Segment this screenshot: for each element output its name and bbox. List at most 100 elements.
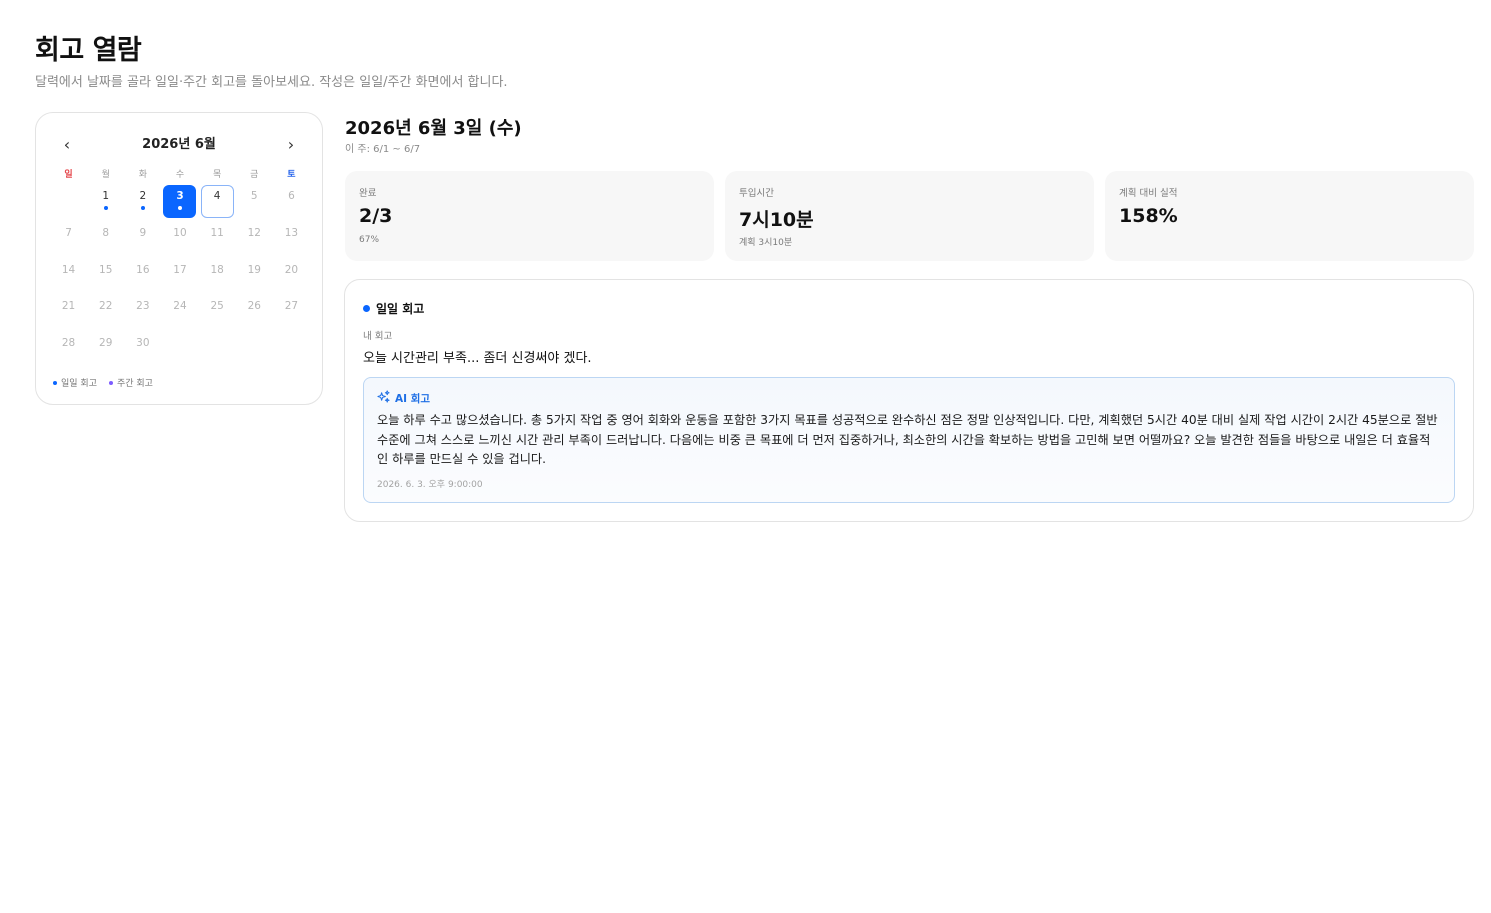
calendar-day-27[interactable]: 27	[275, 295, 308, 328]
calendar-cell: 14	[50, 259, 87, 296]
calendar-day-number: 11	[210, 226, 224, 239]
calendar-day-15[interactable]: 15	[89, 259, 122, 292]
calendar-day-4[interactable]: 4	[200, 185, 234, 218]
calendar-cell: 4	[199, 185, 236, 222]
weekday-label: 수	[175, 170, 185, 180]
calendar-day-8[interactable]: 8	[89, 222, 122, 255]
stat-sub: 67%	[359, 235, 380, 245]
selected-date-title: 2026년 6월 3일 (수)	[345, 118, 522, 139]
ai-review-box: AI 회고 오늘 하루 수고 많으셨습니다. 총 5가지 작업 중 영어 회화와…	[363, 377, 1455, 503]
calendar-day-28[interactable]: 28	[52, 332, 85, 365]
legend-dot-icon	[108, 380, 113, 385]
stat-sub: 계획 3시10분	[739, 238, 793, 248]
calendar-empty-cell	[50, 185, 87, 222]
calendar-day-number: 14	[61, 263, 76, 276]
calendar-day-number: 8	[102, 226, 110, 239]
calendar-day-29[interactable]: 29	[89, 332, 122, 365]
stat-label: 계획 대비 실적	[1119, 188, 1178, 199]
calendar-day-23[interactable]: 23	[126, 295, 159, 328]
calendar-day-number: 29	[99, 337, 113, 350]
calendar-day-number: 16	[136, 263, 150, 276]
calendar-day-7[interactable]: 7	[52, 222, 85, 255]
week-range: 이 주: 6/1 ~ 6/7	[345, 144, 421, 155]
calendar-cell: 12	[236, 222, 273, 259]
calendar-day-5[interactable]: 5	[238, 185, 271, 218]
legend-label: 일일 회고	[61, 379, 97, 389]
calendar-day-number: 2	[139, 190, 147, 202]
calendar-day-number: 7	[65, 226, 72, 239]
legend-label: 주간 회고	[116, 379, 153, 389]
stat-card-time: 투입시간 7시10분 계획 3시10분	[725, 171, 1094, 261]
calendar-day-24[interactable]: 24	[163, 295, 196, 328]
calendar-day-number: 21	[61, 300, 76, 313]
next-month-button[interactable]: ›	[280, 135, 302, 155]
calendar-cell: 21	[50, 295, 87, 332]
calendar-cell: 13	[273, 222, 310, 259]
calendar-day-19[interactable]: 19	[238, 259, 271, 292]
stat-card-achievement: 계획 대비 실적 158%	[1105, 171, 1474, 261]
calendar-cell: 27	[273, 295, 310, 332]
calendar-day-number: 1	[102, 190, 110, 202]
page-title: 회고 열람	[35, 35, 142, 66]
calendar-day-22[interactable]: 22	[89, 295, 122, 328]
calendar-day-18[interactable]: 18	[201, 259, 234, 292]
entry-dot-icon	[177, 206, 182, 210]
weekday-label: 토	[287, 170, 296, 180]
calendar-cell: 7	[50, 222, 87, 259]
calendar-day-number: 22	[99, 300, 113, 313]
calendar-cell: 28	[50, 332, 87, 369]
calendar-day-6[interactable]: 6	[275, 185, 308, 218]
calendar-day-number: 13	[284, 226, 299, 239]
calendar-day-11[interactable]: 11	[201, 222, 234, 255]
sparkles-icon	[377, 390, 390, 406]
calendar-day-10[interactable]: 10	[163, 222, 196, 255]
page-subtitle: 달력에서 날짜를 골라 일일·주간 회고를 돌아보세요. 작성은 일일/주간 화…	[35, 75, 508, 90]
calendar-legend: 일일 회고 주간 회고	[53, 376, 153, 389]
calendar-day-3[interactable]: 3	[163, 185, 197, 218]
ai-review-header: AI 회고	[377, 390, 430, 406]
calendar-day-20[interactable]: 20	[275, 259, 308, 292]
calendar-day-26[interactable]: 26	[238, 295, 271, 328]
calendar-cell: 3	[161, 185, 198, 222]
ai-review-timestamp: 2026. 6. 3. 오후 9:00:00	[377, 480, 483, 490]
entry-dot-icon	[140, 206, 145, 210]
calendar-cell: 10	[161, 222, 198, 259]
calendar-day-number: 18	[210, 263, 224, 276]
calendar-day-1[interactable]: 1	[89, 185, 122, 218]
calendar-day-16[interactable]: 16	[126, 259, 159, 292]
daily-review-dot-icon	[363, 305, 370, 312]
my-review-text: 오늘 시간관리 부족... 좀더 신경써야 겠다.	[363, 351, 592, 366]
calendar-day-number: 26	[247, 300, 261, 313]
calendar-day-number: 10	[173, 226, 187, 239]
calendar-cell: 29	[87, 332, 124, 369]
calendar-cell: 5	[236, 185, 273, 222]
stat-value: 158%	[1119, 205, 1178, 227]
calendar-day-12[interactable]: 12	[238, 222, 271, 255]
stat-label: 완료	[359, 188, 377, 199]
calendar-day-2[interactable]: 2	[126, 185, 159, 218]
calendar-cell: 15	[87, 259, 124, 296]
calendar-cell: 26	[236, 295, 273, 332]
review-header-label: 일일 회고	[376, 302, 425, 316]
calendar-day-14[interactable]: 14	[52, 259, 85, 292]
calendar-day-9[interactable]: 9	[126, 222, 159, 255]
calendar-day-number: 3	[176, 190, 184, 202]
calendar-weekdays: 일월화수목금토	[50, 168, 310, 182]
calendar-day-number: 4	[213, 190, 221, 202]
weekday-label: 화	[138, 170, 147, 180]
calendar-day-30[interactable]: 30	[126, 332, 159, 365]
legend-item: 주간 회고	[108, 376, 153, 389]
calendar-day-25[interactable]: 25	[201, 295, 234, 328]
calendar-day-number: 17	[173, 263, 187, 276]
calendar-day-13[interactable]: 13	[275, 222, 308, 255]
calendar-day-17[interactable]: 17	[163, 259, 196, 292]
calendar-cell: 11	[199, 222, 236, 259]
daily-review-card: 일일 회고 내 회고 오늘 시간관리 부족... 좀더 신경써야 겠다. AI …	[344, 279, 1474, 522]
calendar-cell: 20	[273, 259, 310, 296]
calendar-header: ‹ 2026년 6월 ›	[36, 135, 322, 155]
calendar-day-21[interactable]: 21	[52, 295, 85, 328]
calendar-day-number: 20	[284, 263, 299, 276]
calendar-day-number: 15	[99, 263, 113, 276]
calendar-day-number: 27	[284, 300, 299, 313]
calendar-day-number: 5	[250, 190, 258, 202]
